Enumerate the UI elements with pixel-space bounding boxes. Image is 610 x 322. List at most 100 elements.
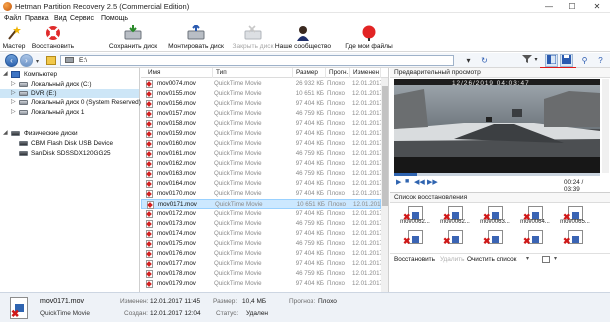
status-prognosis: Плохо [318, 298, 337, 305]
back-arrow-icon: ‹ [10, 56, 13, 65]
history-dropdown-icon[interactable]: ▾ [36, 58, 39, 65]
recovery-item-label: mov0063... [480, 219, 510, 225]
play-icon[interactable]: ▶ [396, 178, 401, 186]
mount-disk-button[interactable]: Монтировать диск [164, 24, 228, 52]
recovery-item[interactable]: ✖ mov0063... [478, 204, 512, 228]
cell-name: mov0157.mov [157, 110, 196, 117]
column-prognosis[interactable]: Прогн... [326, 68, 350, 78]
table-row[interactable]: mov0162.mov QuickTime Movie 97 404 КБ Плохо… [141, 159, 386, 169]
help-icon[interactable]: ? [594, 54, 607, 67]
view-mode-icon[interactable] [545, 54, 558, 67]
recovery-item[interactable]: ✖ mov0064... [518, 204, 552, 228]
cell-name: mov0176.mov [157, 250, 196, 257]
maximize-button[interactable]: ☐ [561, 0, 583, 13]
tree-disk-c[interactable]: ▷ Локальный диск (C:) [0, 80, 139, 89]
table-row[interactable]: mov0161.mov QuickTime Movie 46 759 КБ Плохо… [141, 149, 386, 159]
cell-size: 46 759 КБ [295, 150, 324, 157]
table-row[interactable]: mov0164.mov QuickTime Movie 97 404 КБ Плохо… [141, 179, 386, 189]
menu-edit[interactable]: Правка [25, 13, 49, 24]
recovery-item[interactable]: ✖ [438, 228, 472, 252]
tree-disk-1[interactable]: ▷ Локальный диск 1 [0, 108, 139, 117]
table-row[interactable]: mov0160.mov QuickTime Movie 97 404 КБ Плохо… [141, 139, 386, 149]
table-row[interactable]: mov0171.mov QuickTime Movie 10 651 КБ Плохо… [141, 199, 387, 209]
recovery-delete-button[interactable]: Удалить [440, 254, 464, 265]
movie-file-icon [146, 160, 153, 168]
recovery-item[interactable]: ✖ mov0062... [398, 204, 432, 228]
recovery-clear-button[interactable]: Очистить список [467, 254, 516, 265]
minimize-button[interactable]: — [538, 0, 560, 13]
seek-bar[interactable] [394, 173, 600, 176]
table-row[interactable]: mov0157.mov QuickTime Movie 46 759 КБ Плохо… [141, 109, 386, 119]
tree-disk-0[interactable]: ▷ Локальный диск 0 (System Reserved) [0, 98, 141, 107]
rewind-icon[interactable]: ◀◀ [414, 178, 425, 186]
recovery-item[interactable]: ✖ mov0062... [438, 204, 472, 228]
table-row[interactable]: mov0163.mov QuickTime Movie 46 759 КБ Плохо… [141, 169, 386, 179]
app-icon [3, 2, 12, 11]
save-panel-icon[interactable] [560, 54, 573, 67]
recovery-restore-button[interactable]: Восстановить [394, 254, 435, 265]
view-grid-icon[interactable] [542, 256, 550, 263]
file-list-header: Имя Тип Размер Прогн... Изменен [141, 68, 388, 78]
table-row[interactable]: mov0172.mov QuickTime Movie 97 404 КБ Плохо… [141, 209, 386, 219]
file-list-scrollbar[interactable] [381, 78, 388, 292]
cell-prognosis: Плохо [327, 230, 345, 237]
folder-up-icon[interactable] [46, 56, 56, 65]
forward-button[interactable]: › [20, 54, 33, 67]
close-button[interactable]: ✕ [586, 0, 608, 13]
table-row[interactable]: mov0174.mov QuickTime Movie 97 404 КБ Плохо… [141, 229, 386, 239]
status-created-label: Создан: [124, 310, 148, 317]
forward-icon[interactable]: ▶▶ [427, 178, 438, 186]
table-row[interactable]: mov0074.mov QuickTime Movie 26 932 КБ Плохо… [141, 79, 386, 89]
column-name[interactable]: Имя [141, 68, 213, 78]
search-icon[interactable]: ⚲ [578, 54, 591, 67]
table-row[interactable]: mov0170.mov QuickTime Movie 97 404 КБ Плохо… [141, 189, 386, 199]
address-input[interactable]: E:\ [60, 55, 454, 66]
recovery-item[interactable]: ✖ [478, 228, 512, 252]
address-dropdown-icon[interactable]: ▾ [462, 54, 475, 67]
table-row[interactable]: mov0178.mov QuickTime Movie 46 759 КБ Плохо… [141, 269, 386, 279]
wizard-button[interactable]: Мастер [0, 24, 28, 52]
filter-dropdown-icon[interactable]: ▾ [532, 54, 540, 67]
menu-file[interactable]: Файл [4, 13, 21, 24]
stop-icon[interactable]: ■ [405, 178, 409, 185]
table-row[interactable]: mov0176.mov QuickTime Movie 97 404 КБ Плохо… [141, 249, 386, 259]
deleted-mark-icon: ✖ [443, 236, 451, 246]
table-row[interactable]: mov0173.mov QuickTime Movie 46 759 КБ Плохо… [141, 219, 386, 229]
preview-scrollbar[interactable] [602, 79, 609, 173]
tree-physical-disks[interactable]: ◢ Физические диски [0, 129, 139, 138]
table-row[interactable]: mov0179.mov QuickTime Movie 97 404 КБ Плохо… [141, 279, 386, 289]
tree-computer[interactable]: ◢ Компьютер [0, 70, 139, 79]
tree-physical-ssd[interactable]: SanDisk SDSSDX120GG25 [0, 149, 139, 158]
table-row[interactable]: mov0158.mov QuickTime Movie 97 404 КБ Плохо… [141, 119, 386, 129]
movie-file-icon [146, 80, 153, 88]
status-modified: 12.01.2017 11:45 [150, 298, 201, 305]
menu-service[interactable]: Сервис [70, 13, 94, 24]
refresh-icon[interactable]: ↻ [478, 54, 491, 67]
tree-physical-usb[interactable]: CBM Flash Disk USB Device [0, 139, 139, 148]
tree-disk-e[interactable]: ▷ DVR (E:) [0, 89, 139, 98]
table-row[interactable]: mov0175.mov QuickTime Movie 46 759 КБ Плохо… [141, 239, 386, 249]
recovery-item[interactable]: ✖ [518, 228, 552, 252]
recovery-items: ✖ mov0062... ✖ mov0062... ✖ mov0063... ✖ mov006… [390, 204, 610, 252]
restore-button[interactable]: Восстановить [30, 24, 76, 52]
table-row[interactable]: mov0155.mov QuickTime Movie 10 651 КБ Плохо… [141, 89, 386, 99]
column-type[interactable]: Тип [213, 68, 293, 78]
menu-help[interactable]: Помощь [101, 13, 128, 24]
recovery-item[interactable]: ✖ [398, 228, 432, 252]
recovery-dropdown-icon[interactable]: ▾ [526, 254, 529, 265]
view-dropdown-icon[interactable]: ▾ [554, 254, 557, 265]
table-row[interactable]: mov0177.mov QuickTime Movie 97 404 КБ Плохо… [141, 259, 386, 269]
video-timestamp: 12/26/2019 04:03:47 [452, 80, 530, 87]
table-row[interactable]: mov0159.mov QuickTime Movie 97 404 КБ Плохо… [141, 129, 386, 139]
column-modified[interactable]: Изменен [350, 68, 381, 78]
scrollbar-thumb[interactable] [382, 86, 388, 206]
save-disk-button[interactable]: Сохранить диск [104, 24, 162, 52]
back-button[interactable]: ‹ [5, 54, 18, 67]
table-row[interactable]: mov0156.mov QuickTime Movie 97 404 КБ Плохо… [141, 99, 386, 109]
community-button[interactable]: Наше сообщество [268, 24, 338, 52]
menu-view[interactable]: Вид [54, 13, 67, 24]
column-size[interactable]: Размер [293, 68, 326, 78]
recovery-item[interactable]: ✖ [558, 228, 592, 252]
recovery-item[interactable]: ✖ mov0065... [558, 204, 592, 228]
where-files-button[interactable]: Где мои файлы [336, 24, 402, 52]
